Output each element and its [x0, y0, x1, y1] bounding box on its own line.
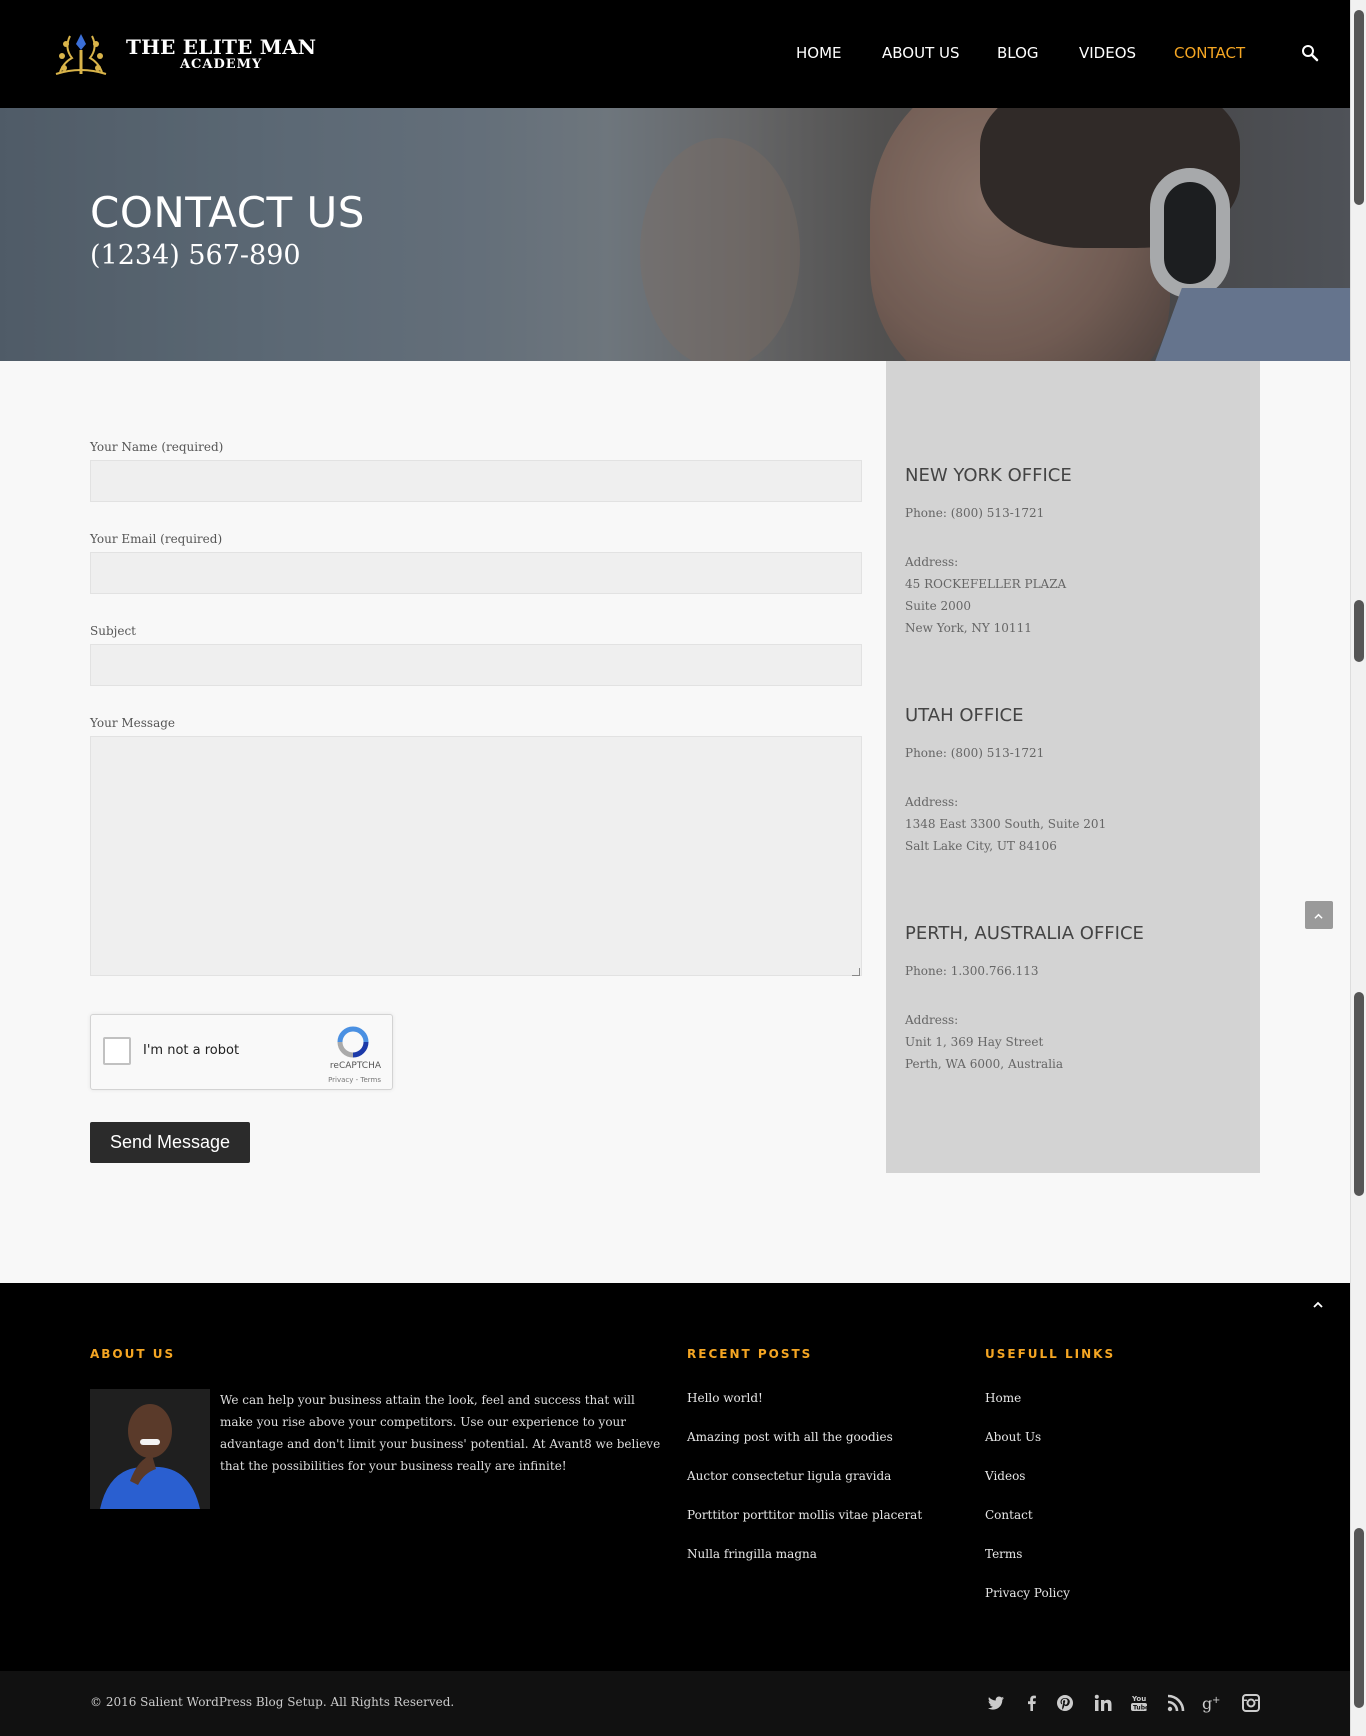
linkedin-icon[interactable] [1093, 1693, 1113, 1715]
subject-label: Subject [90, 624, 136, 638]
search-icon[interactable] [1301, 44, 1319, 62]
recent-post-link[interactable]: Amazing post with all the goodies [687, 1430, 922, 1469]
office-address-line: Salt Lake City, UT 84106 [905, 839, 1057, 853]
footer-links-title: USEFULL LINKS [985, 1347, 1116, 1361]
email-input[interactable] [90, 552, 862, 594]
scrollbar-thumb[interactable] [1354, 992, 1364, 1196]
nav-home[interactable]: HOME [796, 44, 842, 62]
name-input[interactable] [90, 460, 862, 502]
nav-videos[interactable]: VIDEOS [1079, 44, 1136, 62]
recaptcha-logo-icon [337, 1026, 369, 1058]
svg-text:+: + [1212, 1695, 1220, 1706]
recaptcha-label: I'm not a robot [143, 1043, 240, 1058]
office-title: UTAH OFFICE [905, 705, 1024, 726]
svg-text:g: g [1202, 1694, 1212, 1713]
office-title: NEW YORK OFFICE [905, 465, 1072, 486]
main-nav: HOME ABOUT US BLOG VIDEOS CONTACT [0, 44, 1350, 64]
message-textarea[interactable] [90, 736, 862, 976]
footer-link-contact[interactable]: Contact [985, 1508, 1070, 1547]
recaptcha-privacy-terms[interactable]: Privacy - Terms [91, 1076, 381, 1084]
pinterest-icon[interactable] [1055, 1693, 1075, 1715]
office-address-line: Perth, WA 6000, Australia [905, 1057, 1064, 1071]
office-phone: Phone: 1.300.766.113 [905, 964, 1039, 978]
footer-link-home[interactable]: Home [985, 1391, 1070, 1430]
footer-about-title: ABOUT US [90, 1347, 176, 1361]
message-label: Your Message [90, 716, 176, 730]
recent-posts-list: Hello world! Amazing post with all the g… [687, 1391, 922, 1586]
office-address-label: Address: [905, 795, 959, 809]
google-plus-icon[interactable]: g + [1202, 1693, 1222, 1715]
person-photo-icon [90, 1389, 210, 1509]
scrollbar-thumb[interactable] [1354, 1528, 1364, 1708]
recent-post-link[interactable]: Auctor consectetur ligula gravida [687, 1469, 922, 1508]
subject-input[interactable] [90, 644, 862, 686]
back-to-top-button[interactable] [1305, 901, 1333, 929]
chevron-up-icon[interactable] [1310, 1299, 1326, 1311]
recent-post-link[interactable]: Porttitor porttitor mollis vitae placera… [687, 1508, 922, 1547]
office-phone: Phone: (800) 513-1721 [905, 506, 1045, 520]
copyright-text: © 2016 Salient WordPress Blog Setup. All… [90, 1695, 455, 1709]
hero-phone: (1234) 567-890 [90, 240, 301, 271]
name-label: Your Name (required) [90, 440, 224, 454]
office-utah: UTAH OFFICE Phone: (800) 513-1721 Addres… [905, 705, 1106, 857]
facebook-icon[interactable] [1022, 1693, 1042, 1715]
office-address-line: Suite 2000 [905, 599, 972, 613]
nav-about-us[interactable]: ABOUT US [882, 44, 960, 62]
footer-bottom-bar: © 2016 Salient WordPress Blog Setup. All… [0, 1671, 1350, 1736]
twitter-icon[interactable] [986, 1693, 1006, 1715]
office-address-line: New York, NY 10111 [905, 621, 1032, 635]
page-title: CONTACT US [90, 188, 365, 237]
nav-blog[interactable]: BLOG [997, 44, 1039, 62]
footer-recent-title: RECENT POSTS [687, 1347, 813, 1361]
textarea-resize-handle[interactable] [852, 968, 860, 976]
chevron-up-icon [1314, 913, 1323, 919]
footer-link-terms[interactable]: Terms [985, 1547, 1070, 1586]
page-scrollbar[interactable] [1350, 0, 1366, 1736]
recaptcha-widget: I'm not a robot reCAPTCHA Privacy - Term… [90, 1014, 393, 1090]
office-new-york: NEW YORK OFFICE Phone: (800) 513-1721 Ad… [905, 465, 1072, 639]
message-field-group: Your Message [90, 716, 862, 976]
nav-contact[interactable]: CONTACT [1174, 44, 1245, 62]
rss-icon[interactable] [1166, 1693, 1186, 1715]
office-address-line: 1348 East 3300 South, Suite 201 [905, 817, 1107, 831]
recent-post-link[interactable]: Hello world! [687, 1391, 922, 1430]
site-footer: ABOUT US We can help your business attai… [0, 1283, 1350, 1671]
svg-text:Tube: Tube [1133, 1705, 1149, 1712]
office-address-line: 45 ROCKEFELLER PLAZA [905, 577, 1067, 591]
svg-text:You: You [1131, 1695, 1146, 1703]
email-label: Your Email (required) [90, 532, 223, 546]
offices-panel: NEW YORK OFFICE Phone: (800) 513-1721 Ad… [886, 361, 1260, 1173]
send-message-button[interactable]: Send Message [90, 1122, 250, 1163]
office-title: PERTH, AUSTRALIA OFFICE [905, 923, 1144, 944]
recent-post-link[interactable]: Nulla fringilla magna [687, 1547, 922, 1586]
recaptcha-brand: reCAPTCHA [329, 1061, 381, 1071]
office-address-label: Address: [905, 1013, 959, 1027]
youtube-icon[interactable]: You Tube [1129, 1693, 1149, 1715]
site-header: THE ELITE MAN ACADEMY HOME ABOUT US BLOG… [0, 0, 1350, 108]
useful-links-list: Home About Us Videos Contact Terms Priva… [985, 1391, 1070, 1625]
scrollbar-thumb[interactable] [1354, 600, 1364, 662]
footer-link-privacy-policy[interactable]: Privacy Policy [985, 1586, 1070, 1625]
footer-about-text: We can help your business attain the loo… [220, 1393, 661, 1473]
office-phone: Phone: (800) 513-1721 [905, 746, 1045, 760]
office-address-label: Address: [905, 555, 959, 569]
instagram-icon[interactable] [1241, 1693, 1261, 1715]
footer-link-videos[interactable]: Videos [985, 1469, 1070, 1508]
hero-banner: CONTACT US (1234) 567-890 [0, 108, 1350, 361]
office-perth: PERTH, AUSTRALIA OFFICE Phone: 1.300.766… [905, 923, 1144, 1075]
footer-link-about-us[interactable]: About Us [985, 1430, 1070, 1469]
office-address-line: Unit 1, 369 Hay Street [905, 1035, 1044, 1049]
about-avatar [90, 1389, 210, 1509]
scrollbar-thumb[interactable] [1354, 10, 1364, 205]
